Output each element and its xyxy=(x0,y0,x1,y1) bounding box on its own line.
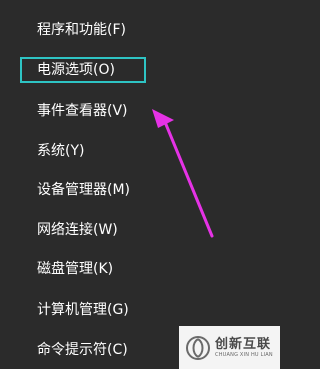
watermark-text: 创新互联 CHUANG XIN HU LIAN xyxy=(215,338,273,358)
watermark-title: 创新互联 xyxy=(215,336,272,352)
menu-item-programs-and-features[interactable]: 程序和功能(F) xyxy=(37,17,126,43)
menu-item-device-manager[interactable]: 设备管理器(M) xyxy=(37,177,130,203)
watermark-subtitle: CHUANG XIN HU LIAN xyxy=(215,351,273,358)
context-menu: 程序和功能(F) 电源选项(O) 事件查看器(V) 系统(Y) 设备管理器(M)… xyxy=(0,0,280,369)
menu-item-system[interactable]: 系统(Y) xyxy=(37,138,84,164)
swirl-logo-icon xyxy=(186,335,210,360)
menu-item-computer-management[interactable]: 计算机管理(G) xyxy=(37,297,129,323)
menu-item-network-connections[interactable]: 网络连接(W) xyxy=(37,217,118,243)
menu-item-power-options[interactable]: 电源选项(O) xyxy=(37,57,115,83)
watermark: 创新互联 CHUANG XIN HU LIAN xyxy=(179,326,280,369)
menu-item-command-prompt[interactable]: 命令提示符(C) xyxy=(37,337,128,363)
menu-item-event-viewer[interactable]: 事件查看器(V) xyxy=(37,98,128,124)
menu-item-disk-management[interactable]: 磁盘管理(K) xyxy=(37,256,113,282)
